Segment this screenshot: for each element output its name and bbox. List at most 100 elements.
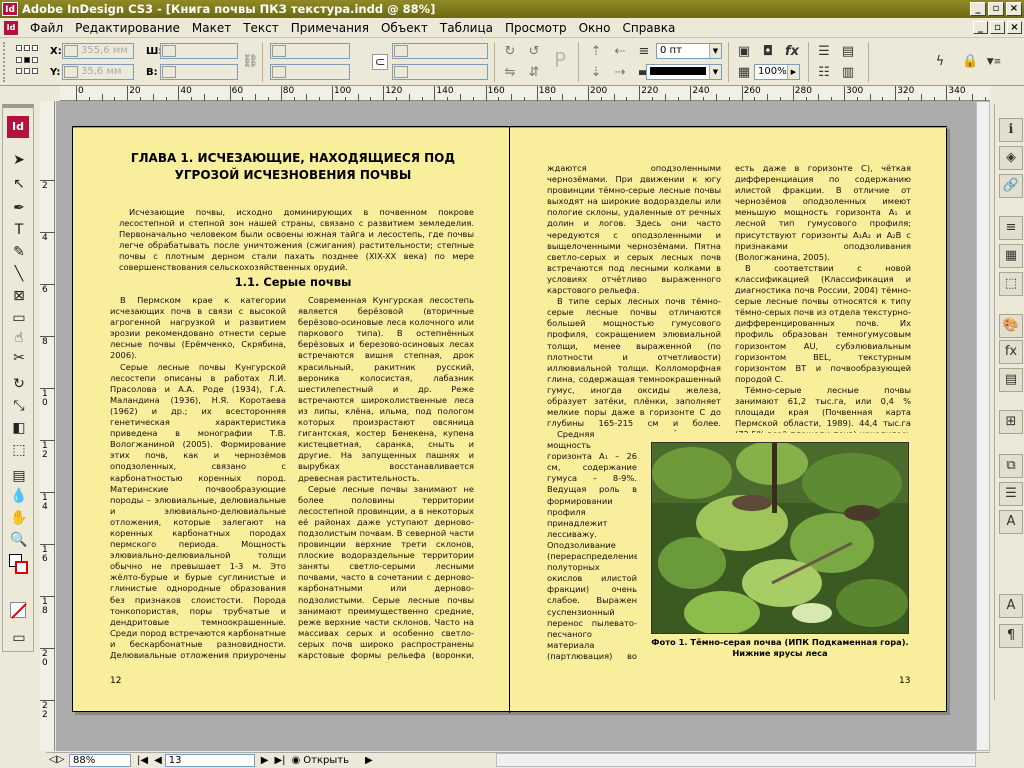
scale-x-field[interactable]	[270, 43, 350, 59]
rectangle-frame-tool-icon[interactable]: ⊠	[9, 286, 29, 306]
fx-icon[interactable]: fx	[784, 44, 800, 60]
stroke-panel-icon[interactable]: ≡	[999, 216, 1023, 240]
prev-page-icon[interactable]: ◀	[154, 755, 162, 766]
photo-dark-grey-soil[interactable]	[651, 442, 909, 634]
eyedropper-tool-icon[interactable]: 💧	[9, 486, 29, 506]
select-content-icon[interactable]: ⇣	[588, 65, 604, 81]
menu-table[interactable]: Таблица	[434, 21, 499, 35]
panel-grip[interactable]	[3, 42, 9, 82]
vertical-ruler[interactable]: 2 4 6 8 1 0 1 2 1 4 1 6 1 8 2 0 2 2	[40, 101, 55, 751]
pages-panel-icon[interactable]: ⧉	[999, 454, 1023, 478]
layers-panel-icon[interactable]: ◈	[999, 146, 1023, 170]
stroke-type-dropdown[interactable]: ▼	[646, 64, 722, 80]
status-arrow-icon[interactable]: ▶	[365, 755, 373, 766]
text-wrap-panel-icon[interactable]: A	[999, 594, 1023, 618]
next-page-icon[interactable]: ▶	[261, 755, 269, 766]
effects-panel-icon[interactable]: fx	[999, 340, 1023, 364]
zoom-field[interactable]: 88%	[69, 754, 131, 767]
stroke-weight-dropdown[interactable]: 0 пт ▼	[656, 43, 722, 59]
fit-frame-icon[interactable]: ▣	[736, 44, 752, 60]
menu-layout[interactable]: Макет	[186, 21, 237, 35]
opacity-field[interactable]: 100% ▶	[754, 64, 800, 80]
maximize-button[interactable]: ▫	[988, 2, 1004, 16]
horizontal-scrollbar[interactable]	[496, 753, 976, 767]
ruler-minor-tick	[472, 97, 474, 101]
doc-minimize-button[interactable]: _	[973, 21, 988, 34]
height-field[interactable]	[160, 64, 238, 80]
select-next-icon[interactable]: ⇢	[612, 65, 628, 81]
direct-selection-tool-icon[interactable]: ↖	[9, 174, 29, 194]
color-panel-icon[interactable]: 🎨	[999, 314, 1023, 338]
rectangle-tool-icon[interactable]: ▭	[9, 308, 29, 328]
menu-view[interactable]: Просмотр	[499, 21, 573, 35]
flip-v-icon[interactable]: ⇵	[526, 65, 542, 81]
rotate-ccw-icon[interactable]: ↺	[526, 44, 542, 60]
flip-h-icon[interactable]: ⇋	[502, 65, 518, 81]
free-transform-tool-icon[interactable]: ⬚	[9, 440, 29, 460]
menu-file[interactable]: Файл	[24, 21, 69, 35]
scissors-tool-icon[interactable]: ✂	[9, 348, 29, 368]
width-field[interactable]	[160, 43, 238, 59]
menu-help[interactable]: Справка	[616, 21, 681, 35]
scale-tool-icon[interactable]: ⤡	[9, 396, 29, 416]
reference-point-selector[interactable]	[16, 45, 38, 77]
line-tool-icon[interactable]: ╲	[9, 264, 29, 284]
y-field[interactable]: 35,6 мм	[62, 64, 134, 80]
menu-notes[interactable]: Примечания	[285, 21, 375, 35]
panel-menu-icon[interactable]: ▼≡	[986, 54, 1002, 70]
note-tool-icon[interactable]: ▤	[9, 466, 29, 486]
type-tool-icon[interactable]: T	[9, 220, 29, 240]
menu-window[interactable]: Окно	[573, 21, 617, 35]
constrain-proportions-icon[interactable]: ⛓	[242, 54, 259, 70]
rotate-tool-icon[interactable]: ↻	[9, 374, 29, 394]
doc-restore-button[interactable]: ▫	[990, 21, 1005, 34]
gradient-panel-icon[interactable]: ▤	[999, 368, 1023, 392]
align-panel-icon[interactable]: ⊞	[999, 410, 1023, 434]
gradient-tool-icon[interactable]: ◧	[9, 418, 29, 438]
fill-stroke-swatch-icon[interactable]	[9, 554, 29, 576]
select-previous-icon[interactable]: ⇠	[612, 44, 628, 60]
last-page-icon[interactable]: ▶|	[274, 755, 285, 766]
horizontal-ruler[interactable]: 0 20 40 60 80 100 120 140 160 180 200 220 240 260 280 3…	[60, 86, 990, 101]
menu-type[interactable]: Текст	[237, 21, 285, 35]
select-container-icon[interactable]: ⇡	[588, 44, 604, 60]
paragraph-panel-icon[interactable]: ¶	[999, 624, 1023, 648]
rotation-field[interactable]	[392, 43, 488, 59]
wrap-bbox-icon[interactable]: ▥	[840, 65, 856, 81]
character-panel-icon[interactable]: A	[999, 510, 1023, 534]
apply-none-icon[interactable]	[10, 602, 27, 619]
doc-close-button[interactable]: ×	[1007, 21, 1022, 34]
paragraph-styles-panel-icon[interactable]: ☰	[999, 482, 1023, 506]
scale-y-field[interactable]	[270, 64, 350, 80]
links-panel-icon[interactable]: 🔗	[999, 174, 1023, 198]
swatches-panel-icon[interactable]: ▦	[999, 244, 1023, 268]
screen-mode-icon[interactable]: ▭	[9, 628, 29, 648]
lock-icon[interactable]: 🔒	[962, 54, 978, 70]
menu-edit[interactable]: Редактирование	[69, 21, 186, 35]
pen-tool-icon[interactable]: ✒	[9, 198, 29, 218]
selection-tool-icon[interactable]: ➤	[9, 150, 29, 170]
transform-panel-icon[interactable]: ⬚	[999, 272, 1023, 296]
minimize-button[interactable]: _	[970, 2, 986, 16]
x-field[interactable]: 355,6 мм	[62, 43, 134, 59]
rotate-cw-icon[interactable]: ↻	[502, 44, 518, 60]
first-page-icon[interactable]: |◀	[137, 755, 148, 766]
pencil-tool-icon[interactable]: ✎	[9, 242, 29, 262]
menu-object[interactable]: Объект	[375, 21, 434, 35]
shear-field[interactable]	[392, 64, 488, 80]
button-tool-icon[interactable]: ☝	[9, 328, 29, 348]
nav-toggle-icon[interactable]: ◁▷	[46, 754, 64, 767]
ruler-minor-tick	[255, 94, 257, 101]
align-left-icon[interactable]: ☰	[816, 44, 832, 60]
lightning-icon[interactable]: ϟ	[932, 54, 948, 70]
link-scale-icon[interactable]: ⊂	[372, 54, 388, 70]
hand-tool-icon[interactable]: ✋	[9, 508, 29, 528]
vertical-scrollbar[interactable]	[976, 101, 990, 751]
wrap-none-icon[interactable]: ☷	[816, 65, 832, 81]
page-field[interactable]: 13	[164, 754, 255, 767]
info-panel-icon[interactable]: ℹ	[999, 118, 1023, 142]
close-button[interactable]: ×	[1006, 2, 1022, 16]
text-frame-options-icon[interactable]: ▤	[840, 44, 856, 60]
zoom-tool-icon[interactable]: 🔍	[9, 530, 29, 550]
drop-shadow-icon[interactable]: ◘	[760, 44, 776, 60]
